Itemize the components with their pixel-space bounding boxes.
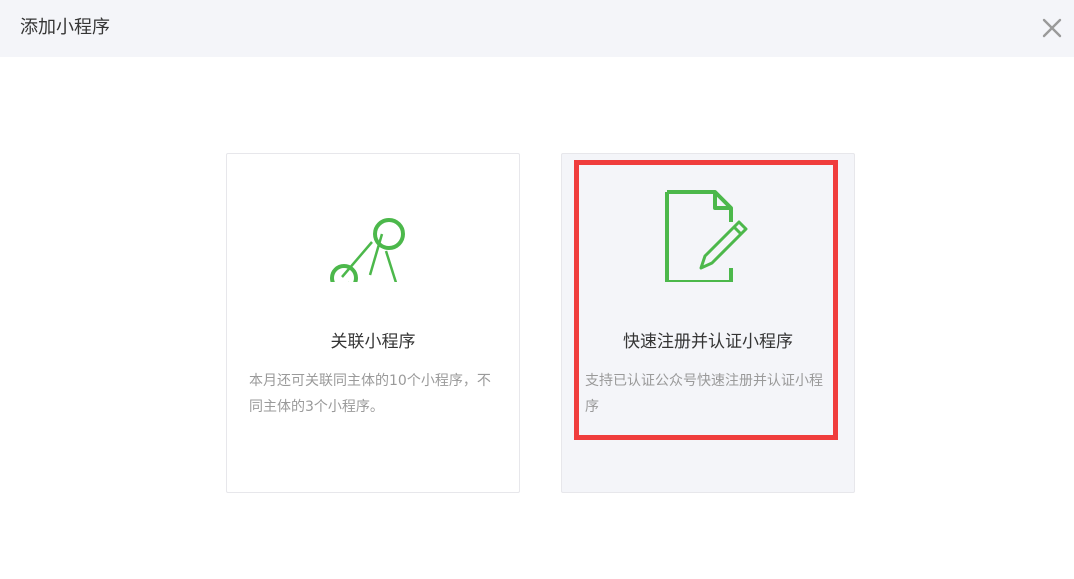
relate-card-description: 本月还可关联同主体的10个小程序，不同主体的3个小程序。 bbox=[249, 373, 491, 415]
register-card-title: 快速注册并认证小程序 bbox=[623, 332, 793, 352]
relate-miniprogram-card[interactable]: 关联小程序 本月还可关联同主体的10个小程序，不同主体的3个小程序。 bbox=[226, 153, 520, 493]
close-icon bbox=[1042, 18, 1062, 38]
register-card-description: 支持已认证公众号快速注册并认证小程序 bbox=[585, 373, 823, 415]
document-edit-icon bbox=[665, 190, 748, 282]
register-miniprogram-card[interactable]: 快速注册并认证小程序 支持已认证公众号快速注册并认证小程序 bbox=[561, 153, 855, 493]
relate-card-title: 关联小程序 bbox=[330, 332, 416, 352]
close-button[interactable] bbox=[1040, 16, 1064, 40]
dialog-header: 添加小程序 bbox=[0, 0, 1074, 57]
dialog-title: 添加小程序 bbox=[20, 17, 110, 38]
share-nodes-icon bbox=[330, 218, 405, 282]
add-miniprogram-dialog: 添加小程序 关联小程序 本月还可关联同主体的10个小程序，不同主体的3个小程序。 bbox=[0, 0, 1074, 579]
